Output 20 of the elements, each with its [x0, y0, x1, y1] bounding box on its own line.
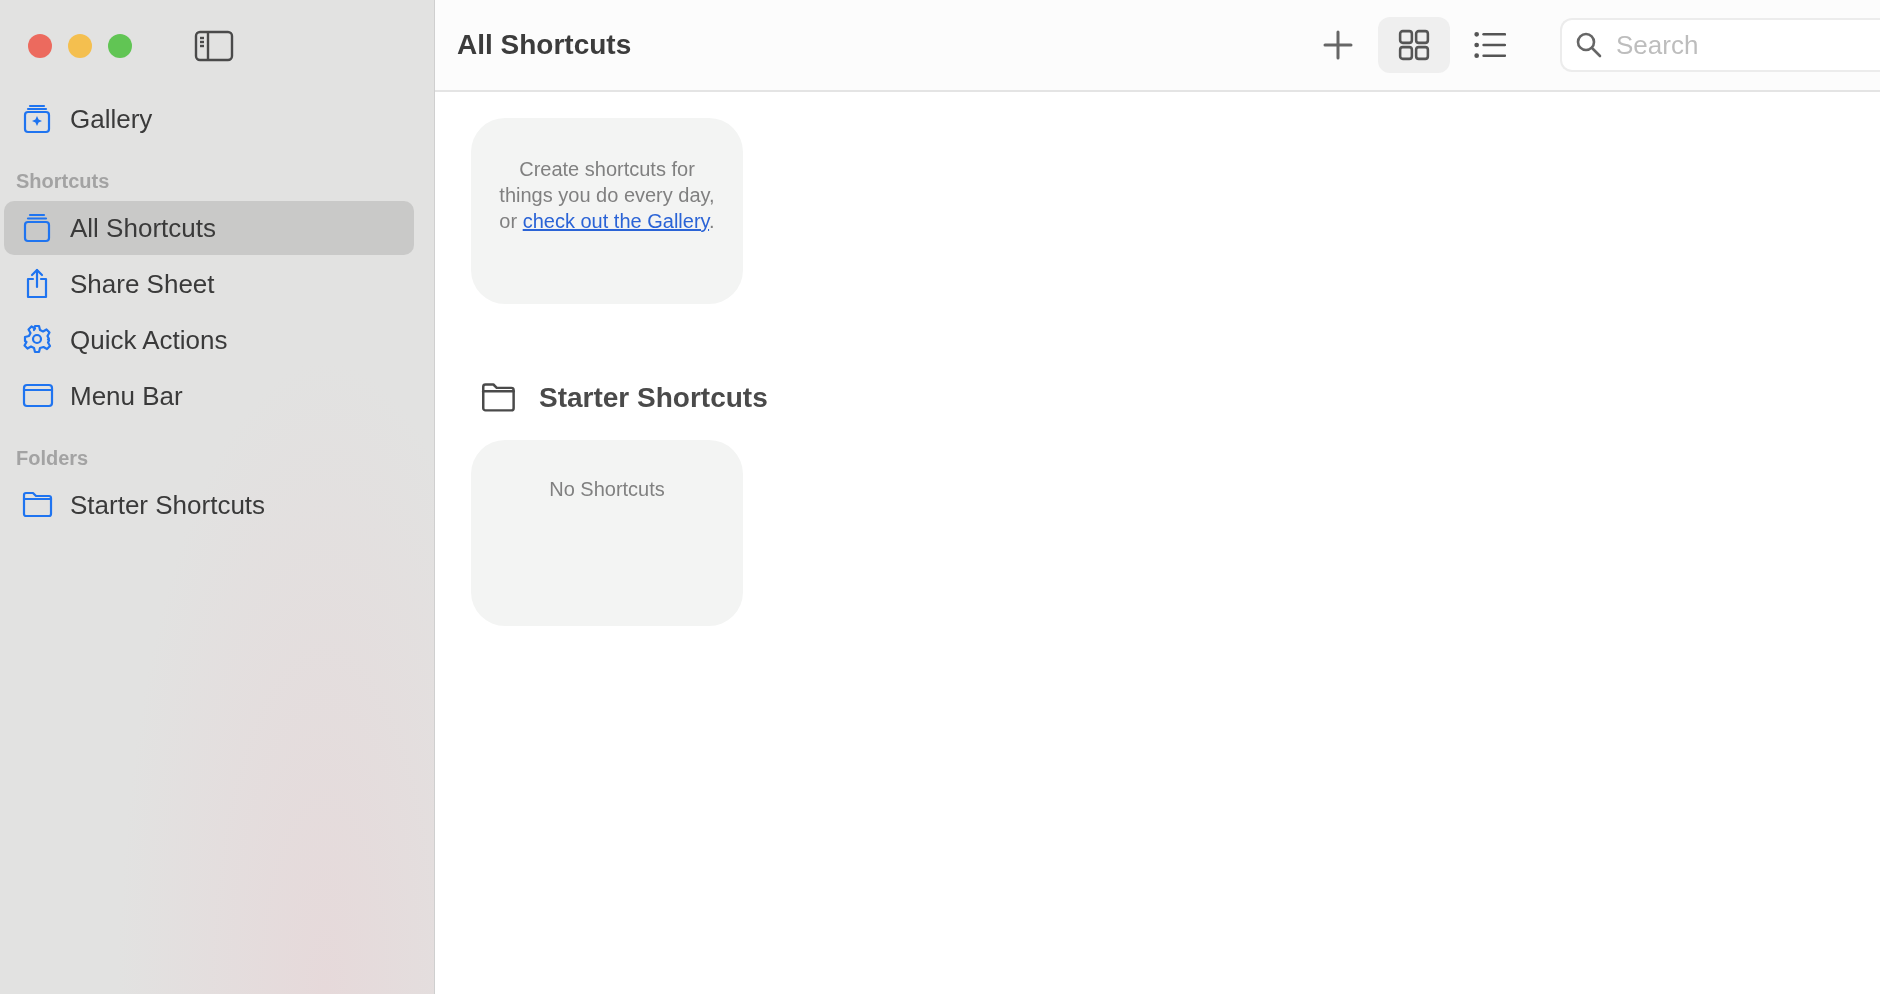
- list-icon: [1474, 29, 1506, 61]
- sidebar-toggle-icon[interactable]: [194, 30, 234, 62]
- intro-text: Create shortcuts for things you do every day, or check out the Gallery.: [498, 157, 716, 234]
- gear-icon: [22, 324, 54, 356]
- grid-view-button[interactable]: [1378, 17, 1450, 73]
- plus-icon: [1323, 30, 1353, 60]
- sidebar-item[interactable]: Share Sheet: [4, 257, 414, 311]
- grid-icon: [1398, 29, 1430, 61]
- window-title: All Shortcuts: [457, 29, 633, 61]
- section-header: Shortcuts: [15, 169, 111, 194]
- section-header: Folders: [15, 446, 90, 471]
- search-field[interactable]: Search: [1560, 18, 1880, 72]
- folder-title: Starter Shortcuts: [539, 382, 768, 414]
- sidebar-item[interactable]: Gallery: [4, 92, 414, 146]
- sidebar-item[interactable]: Quick Actions: [4, 313, 414, 367]
- sidebar-item[interactable]: Menu Bar: [4, 369, 414, 423]
- sidebar-item[interactable]: Starter Shortcuts: [4, 478, 414, 532]
- gallery-link[interactable]: check out the Gallery: [522, 210, 710, 232]
- empty-text: No Shortcuts: [548, 478, 666, 501]
- sidebar-item[interactable]: All Shortcuts: [4, 201, 414, 255]
